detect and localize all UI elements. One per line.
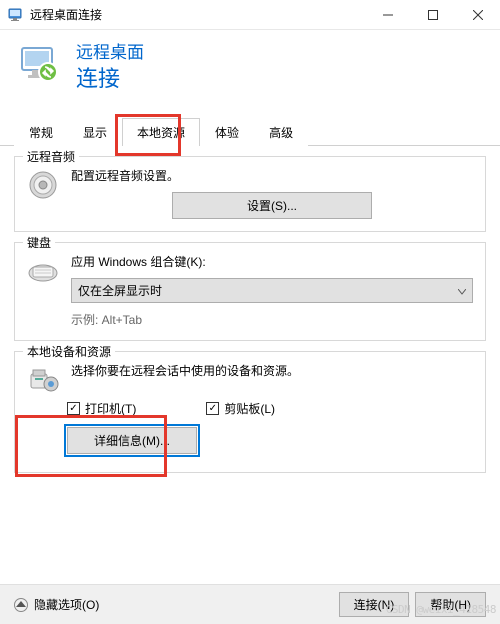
audio-description: 配置远程音频设置。 xyxy=(71,167,473,184)
group-title-audio: 远程音频 xyxy=(23,148,79,165)
rdp-logo-icon xyxy=(18,44,62,88)
chevron-down-icon xyxy=(458,284,466,298)
group-title-keyboard: 键盘 xyxy=(23,234,55,251)
keyboard-icon xyxy=(27,255,59,287)
tab-advanced[interactable]: 高级 xyxy=(254,118,308,146)
keyboard-label: 应用 Windows 组合键(K): xyxy=(71,253,473,270)
hide-options-toggle[interactable]: 隐藏选项(O) xyxy=(14,596,333,613)
title-bar: 远程桌面连接 xyxy=(0,0,500,30)
checkbox-printer-label: 打印机(T) xyxy=(85,400,136,417)
close-button[interactable] xyxy=(455,0,500,30)
chevron-up-icon xyxy=(14,598,28,612)
dialog-header: 远程桌面 连接 xyxy=(0,30,500,107)
group-local-devices: 本地设备和资源 选择你要在远程会话中使用的设备和资源。 ✓ 打印机(T) ✓ 剪… xyxy=(14,351,486,473)
tab-general[interactable]: 常规 xyxy=(14,118,68,146)
devices-icon xyxy=(27,364,59,396)
select-value: 仅在全屏显示时 xyxy=(78,282,162,299)
keyboard-hint: 示例: Alt+Tab xyxy=(71,311,473,328)
checkbox-clipboard-box: ✓ xyxy=(206,402,219,415)
header-title: 远程桌面 xyxy=(76,38,144,63)
tab-experience[interactable]: 体验 xyxy=(200,118,254,146)
checkbox-printer-box: ✓ xyxy=(67,402,80,415)
app-icon xyxy=(8,7,24,23)
details-button[interactable]: 详细信息(M)... xyxy=(67,427,197,454)
tab-strip: 常规 显示 本地资源 体验 高级 xyxy=(0,117,500,146)
help-button[interactable]: 帮助(H) xyxy=(415,592,486,617)
devices-description: 选择你要在远程会话中使用的设备和资源。 xyxy=(71,362,473,379)
minimize-button[interactable] xyxy=(365,0,410,30)
audio-settings-button[interactable]: 设置(S)... xyxy=(172,192,372,219)
hide-options-label: 隐藏选项(O) xyxy=(34,596,99,613)
speaker-icon xyxy=(27,169,59,201)
checkbox-clipboard-label: 剪贴板(L) xyxy=(224,400,275,417)
tab-panel-local-resources: 远程音频 配置远程音频设置。 设置(S)... 键盘 应用 Windows 组合… xyxy=(0,146,500,487)
checkbox-clipboard[interactable]: ✓ 剪贴板(L) xyxy=(206,400,275,417)
connect-button[interactable]: 连接(N) xyxy=(339,592,410,617)
header-subtitle: 连接 xyxy=(76,61,144,93)
tab-display[interactable]: 显示 xyxy=(68,118,122,146)
window-title: 远程桌面连接 xyxy=(30,6,365,23)
group-keyboard: 键盘 应用 Windows 组合键(K): 仅在全屏显示时 示例: Alt+Ta… xyxy=(14,242,486,341)
keyboard-combo-select[interactable]: 仅在全屏显示时 xyxy=(71,278,473,303)
maximize-button[interactable] xyxy=(410,0,455,30)
group-remote-audio: 远程音频 配置远程音频设置。 设置(S)... xyxy=(14,156,486,232)
group-title-devices: 本地设备和资源 xyxy=(23,343,115,360)
tab-local-resources[interactable]: 本地资源 xyxy=(122,118,200,146)
checkbox-printer[interactable]: ✓ 打印机(T) xyxy=(67,400,136,417)
dialog-footer: 隐藏选项(O) 连接(N) 帮助(H) xyxy=(0,584,500,624)
